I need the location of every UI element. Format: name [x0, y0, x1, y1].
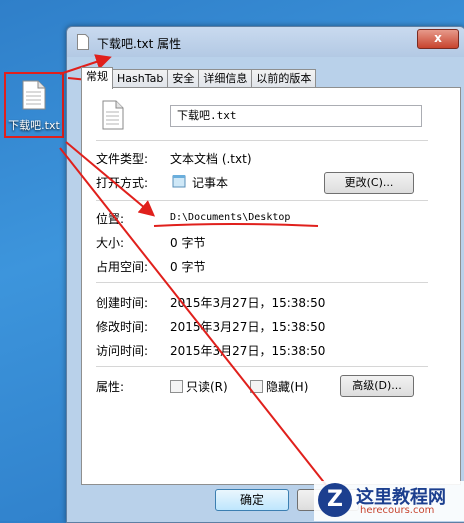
location-underline: [153, 223, 319, 227]
arrow-to-location: [65, 141, 156, 217]
annotation-overlay: [59, 54, 331, 491]
watermark: Z 这里教程网 herecours.com: [314, 481, 464, 521]
arrow-to-watermark: [59, 147, 331, 491]
watermark-logo: Z: [318, 483, 352, 517]
tab-general[interactable]: 常规: [81, 67, 113, 89]
watermark-url: herecours.com: [360, 505, 435, 516]
